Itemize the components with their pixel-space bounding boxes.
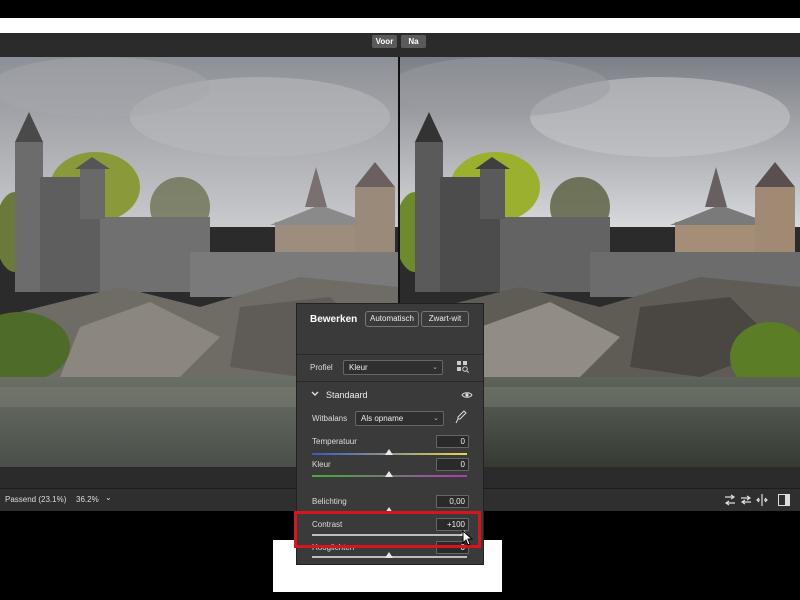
divider xyxy=(297,354,483,355)
zoom-value[interactable]: 36.2% xyxy=(76,495,99,504)
exposure-label: Belichting xyxy=(312,497,347,506)
copy-settings-icon[interactable] xyxy=(740,494,752,506)
temperature-label: Temperatuur xyxy=(312,437,357,446)
panel-title: Bewerken xyxy=(310,314,358,325)
white-balance-value: Als opname xyxy=(361,414,404,423)
temperature-thumb[interactable] xyxy=(385,449,393,455)
chevron-down-icon: ⌄ xyxy=(432,364,438,371)
chevron-down-icon: ⌄ xyxy=(433,415,439,422)
after-button[interactable]: Na xyxy=(401,35,426,48)
profile-browser-icon[interactable] xyxy=(457,361,469,373)
contrast-highlight-box xyxy=(294,511,481,548)
white-balance-select[interactable]: Als opname ⌄ xyxy=(355,411,444,426)
divider xyxy=(297,381,483,382)
white-balance-label: Witbalans xyxy=(312,414,348,423)
profile-select-value: Kleur xyxy=(349,363,368,372)
chevron-down-icon[interactable] xyxy=(311,391,319,397)
mouse-cursor-icon xyxy=(462,530,474,546)
exposure-value[interactable]: 0,00 xyxy=(436,495,469,508)
eyedropper-icon[interactable] xyxy=(455,410,467,424)
profile-label: Profiel xyxy=(310,363,333,372)
auto-button[interactable]: Automatisch xyxy=(365,311,419,327)
tint-thumb[interactable] xyxy=(385,471,393,477)
section-title[interactable]: Standaard xyxy=(326,390,368,400)
top-letterbox xyxy=(0,18,800,33)
tint-value[interactable]: 0 xyxy=(436,458,469,471)
tint-label: Kleur xyxy=(312,460,331,469)
zoom-dropdown-chevron[interactable]: ⌄ xyxy=(105,493,112,502)
temperature-value[interactable]: 0 xyxy=(436,435,469,448)
highlights-thumb[interactable] xyxy=(385,552,393,558)
swap-icon[interactable] xyxy=(723,494,737,506)
split-view-icon[interactable] xyxy=(756,494,768,506)
black-white-button[interactable]: Zwart-wit xyxy=(421,311,469,327)
fit-zoom-button[interactable]: Passend (23.1%) xyxy=(5,495,66,504)
panel-toggle-icon[interactable] xyxy=(778,494,790,506)
before-button[interactable]: Voor xyxy=(372,35,397,48)
eye-icon[interactable] xyxy=(461,391,473,399)
profile-select[interactable]: Kleur ⌄ xyxy=(343,360,443,375)
